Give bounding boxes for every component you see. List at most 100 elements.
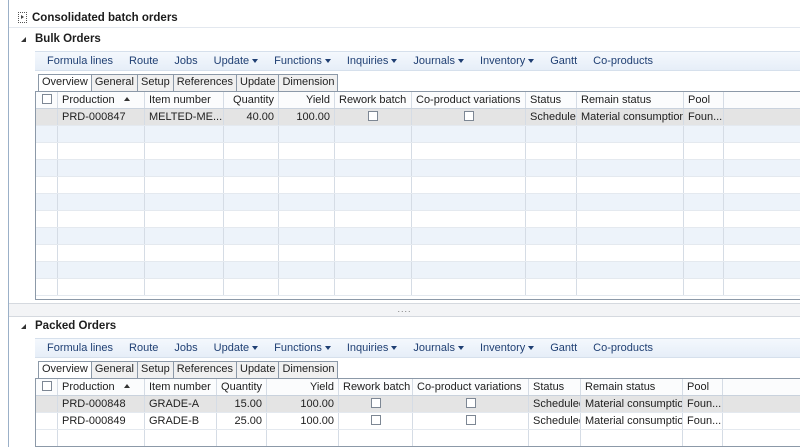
cell-rework-batch[interactable] <box>335 109 412 125</box>
cell-item-number[interactable]: GRADE-B <box>145 413 217 429</box>
cell-production[interactable]: PRD-000849 <box>58 413 145 429</box>
cell-yield[interactable]: 100.00 <box>267 413 339 429</box>
column-header-remain-status[interactable]: Remain status <box>577 92 684 108</box>
co-product-checkbox[interactable] <box>463 111 474 122</box>
cell-quantity[interactable]: 40.00 <box>224 109 279 125</box>
cell-item-number[interactable]: MELTED-ME... <box>145 109 224 125</box>
tab-setup[interactable]: Setup <box>136 74 174 91</box>
cell-production[interactable]: PRD-000848 <box>58 396 145 412</box>
action-update[interactable]: Update <box>206 55 266 67</box>
row-marker-cell[interactable] <box>36 413 58 429</box>
column-header-co-product-variations[interactable]: Co-product variations <box>412 92 526 108</box>
tab-dimension[interactable]: Dimension <box>278 361 339 378</box>
action-gantt[interactable]: Gantt <box>542 55 585 67</box>
cell-status[interactable]: Scheduled <box>526 109 577 125</box>
action-inventory[interactable]: Inventory <box>472 342 542 354</box>
select-all-cell[interactable] <box>36 92 58 108</box>
select-all-checkbox[interactable] <box>41 94 52 105</box>
cell-status[interactable]: Scheduled <box>529 413 581 429</box>
co-product-checkbox[interactable] <box>465 415 476 426</box>
action-route[interactable]: Route <box>121 55 166 67</box>
action-journals[interactable]: Journals <box>405 55 472 67</box>
cell-remain-status[interactable]: Material consumption <box>581 396 683 412</box>
row-marker-cell[interactable] <box>36 396 58 412</box>
action-co-products[interactable]: Co-products <box>585 342 661 354</box>
column-header-quantity[interactable]: Quantity <box>217 379 267 395</box>
action-inquiries[interactable]: Inquiries <box>339 55 406 67</box>
table-row[interactable]: PRD-000848 GRADE-A 15.00 100.00 Scheduled Mat… <box>36 396 800 413</box>
tab-general[interactable]: General <box>90 361 138 378</box>
action-gantt[interactable]: Gantt <box>542 342 585 354</box>
cell-status[interactable]: Scheduled <box>529 396 581 412</box>
column-header-item-number[interactable]: Item number <box>145 379 217 395</box>
cell-co-product-variations[interactable] <box>413 396 529 412</box>
tab-references[interactable]: References <box>172 74 237 91</box>
sort-ascending-icon[interactable] <box>123 384 130 389</box>
action-formula-lines[interactable]: Formula lines <box>35 55 121 67</box>
column-header-remain-status[interactable]: Remain status <box>581 379 683 395</box>
action-journals[interactable]: Journals <box>405 342 472 354</box>
expand-caret-icon[interactable] <box>21 36 26 42</box>
select-all-cell[interactable] <box>36 379 58 395</box>
action-inventory[interactable]: Inventory <box>472 55 542 67</box>
cell-pool[interactable]: Foun... <box>683 413 723 429</box>
cell-co-product-variations[interactable] <box>413 413 529 429</box>
cell-pool[interactable]: Foun... <box>684 109 724 125</box>
table-row[interactable]: PRD-000847 MELTED-ME... 40.00 100.00 Schedul… <box>36 109 800 126</box>
action-functions[interactable]: Functions <box>266 55 339 67</box>
column-header-yield[interactable]: Yield <box>267 379 339 395</box>
tab-general[interactable]: General <box>90 74 138 91</box>
action-co-products[interactable]: Co-products <box>585 55 661 67</box>
tab-setup[interactable]: Setup <box>136 361 174 378</box>
action-update[interactable]: Update <box>206 342 266 354</box>
bulk-orders-header[interactable]: Bulk Orders <box>9 30 800 48</box>
column-header-quantity[interactable]: Quantity <box>224 92 279 108</box>
tab-update[interactable]: Update <box>236 74 280 91</box>
cell-quantity[interactable]: 15.00 <box>217 396 267 412</box>
cell-co-product-variations[interactable] <box>412 109 526 125</box>
table-row[interactable]: PRD-000849 GRADE-B 25.00 100.00 Scheduled Mat… <box>36 413 800 430</box>
cell-item-number[interactable]: GRADE-A <box>145 396 217 412</box>
action-inquiries[interactable]: Inquiries <box>339 342 406 354</box>
action-route[interactable]: Route <box>121 342 166 354</box>
cell-production[interactable]: PRD-000847 <box>58 109 145 125</box>
sort-ascending-icon[interactable] <box>123 97 130 102</box>
tab-overview[interactable]: Overview <box>38 361 92 379</box>
column-header-status[interactable]: Status <box>526 92 577 108</box>
cell-rework-batch[interactable] <box>339 396 413 412</box>
packed-orders-header[interactable]: Packed Orders <box>9 317 800 335</box>
cell-quantity[interactable]: 25.00 <box>217 413 267 429</box>
column-header-production[interactable]: Production <box>58 379 145 395</box>
rework-batch-checkbox[interactable] <box>370 398 381 409</box>
column-header-status[interactable]: Status <box>529 379 581 395</box>
co-product-checkbox[interactable] <box>465 398 476 409</box>
column-header-pool[interactable]: Pool <box>683 379 723 395</box>
rework-batch-checkbox[interactable] <box>370 415 381 426</box>
tab-references[interactable]: References <box>172 361 237 378</box>
action-jobs[interactable]: Jobs <box>166 55 205 67</box>
expand-caret-icon[interactable] <box>21 323 26 329</box>
tab-update[interactable]: Update <box>236 361 280 378</box>
rework-batch-checkbox[interactable] <box>368 111 378 122</box>
cell-yield[interactable]: 100.00 <box>267 396 339 412</box>
column-header-yield[interactable]: Yield <box>279 92 335 108</box>
cell-pool[interactable]: Foun... <box>683 396 723 412</box>
column-header-production[interactable]: Production <box>58 92 145 108</box>
cell-yield[interactable]: 100.00 <box>279 109 335 125</box>
column-header-co-product-variations[interactable]: Co-product variations <box>413 379 529 395</box>
tab-overview[interactable]: Overview <box>38 74 92 92</box>
action-formula-lines[interactable]: Formula lines <box>35 342 121 354</box>
action-jobs[interactable]: Jobs <box>166 342 205 354</box>
row-marker-cell[interactable] <box>36 109 58 125</box>
cell-remain-status[interactable]: Material consumption <box>577 109 684 125</box>
column-header-rework-batch[interactable]: Rework batch <box>339 379 413 395</box>
tab-dimension[interactable]: Dimension <box>278 74 339 91</box>
column-header-rework-batch[interactable]: Rework batch <box>335 92 412 108</box>
cell-rework-batch[interactable] <box>339 413 413 429</box>
collapse-pane-icon[interactable] <box>18 12 27 23</box>
column-header-item-number[interactable]: Item number <box>145 92 224 108</box>
action-functions[interactable]: Functions <box>266 342 339 354</box>
pane-splitter[interactable]: .... <box>9 303 800 317</box>
select-all-checkbox[interactable] <box>41 381 52 392</box>
column-header-pool[interactable]: Pool <box>684 92 724 108</box>
